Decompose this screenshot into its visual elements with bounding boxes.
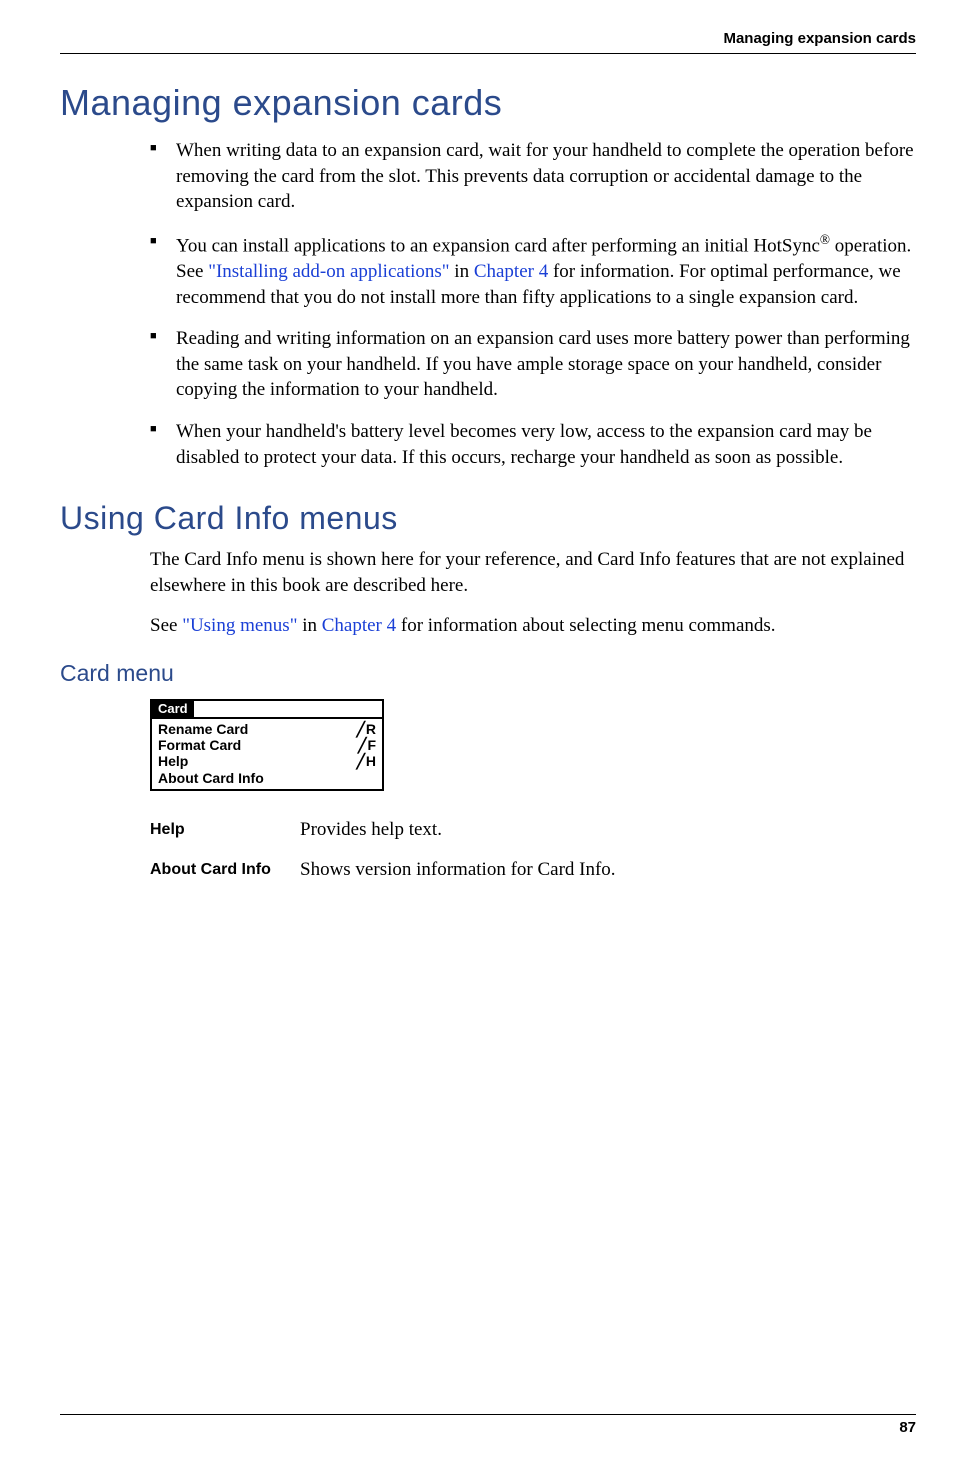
section2-body: The Card Info menu is shown here for you…: [150, 547, 916, 638]
bullet-item: Reading and writing information on an ex…: [150, 326, 916, 403]
definition-row: About Card Info Shows version informatio…: [150, 859, 916, 881]
bullet-list: When writing data to an expansion card, …: [150, 138, 916, 470]
section-card-menu-title: Card menu: [60, 660, 916, 687]
definition-desc: Provides help text.: [300, 819, 916, 841]
menu-items: Rename Card ╱R Format Card ╱F Help ╱H Ab…: [152, 719, 382, 788]
menu-item-rename-card: Rename Card ╱R: [158, 721, 376, 737]
running-header: Managing expansion cards: [60, 30, 916, 54]
link-chapter-4[interactable]: Chapter 4: [474, 261, 548, 282]
definition-term-about-card-info: About Card Info: [150, 859, 300, 881]
card-menu-figure: Card Rename Card ╱R Format Card ╱F Help …: [150, 699, 384, 790]
menu-item-shortcut: ╱H: [354, 753, 376, 769]
text-fragment: in: [450, 261, 474, 282]
registered-mark: ®: [820, 232, 830, 247]
definition-table: Help Provides help text. About Card Info…: [150, 819, 916, 881]
section-using-card-info-menus-title: Using Card Info menus: [60, 500, 916, 537]
paragraph: The Card Info menu is shown here for you…: [150, 547, 916, 598]
definition-row: Help Provides help text.: [150, 819, 916, 841]
link-using-menus[interactable]: "Using menus": [182, 615, 297, 636]
bullet-item: When writing data to an expansion card, …: [150, 138, 916, 215]
link-installing-addons[interactable]: "Installing add-on applications": [208, 261, 449, 282]
text-fragment: See: [150, 615, 182, 636]
menu-item-label: Help: [158, 753, 188, 769]
page: Managing expansion cards Managing expans…: [0, 0, 976, 1466]
menu-titlebar: Card: [152, 701, 382, 719]
paragraph: See "Using menus" in Chapter 4 for infor…: [150, 613, 916, 639]
page-footer: 87: [60, 1414, 916, 1436]
page-number: 87: [899, 1419, 916, 1436]
menu-item-label: Format Card: [158, 737, 241, 753]
menu-tab-card: Card: [152, 701, 194, 719]
link-chapter-4[interactable]: Chapter 4: [322, 615, 396, 636]
section3-body: Card Rename Card ╱R Format Card ╱F Help …: [150, 699, 916, 880]
bullet-item: You can install applications to an expan…: [150, 231, 916, 310]
menu-item-format-card: Format Card ╱F: [158, 737, 376, 753]
bullet-item: When your handheld's battery level becom…: [150, 419, 916, 470]
section-managing-expansion-cards-title: Managing expansion cards: [60, 82, 916, 124]
text-fragment: You can install applications to an expan…: [176, 235, 820, 256]
definition-desc: Shows version information for Card Info.: [300, 859, 916, 881]
menu-item-label: Rename Card: [158, 721, 248, 737]
menu-item-shortcut: ╱R: [354, 721, 376, 737]
text-fragment: in: [297, 615, 321, 636]
menu-item-about-card-info: About Card Info: [158, 770, 376, 786]
menu-item-help: Help ╱H: [158, 753, 376, 769]
menu-tab-spacer: [194, 701, 382, 719]
menu-item-label: About Card Info: [158, 770, 264, 786]
section1-body: When writing data to an expansion card, …: [150, 138, 916, 470]
definition-term-help: Help: [150, 819, 300, 841]
menu-item-shortcut: ╱F: [355, 737, 376, 753]
text-fragment: for information about selecting menu com…: [396, 615, 775, 636]
